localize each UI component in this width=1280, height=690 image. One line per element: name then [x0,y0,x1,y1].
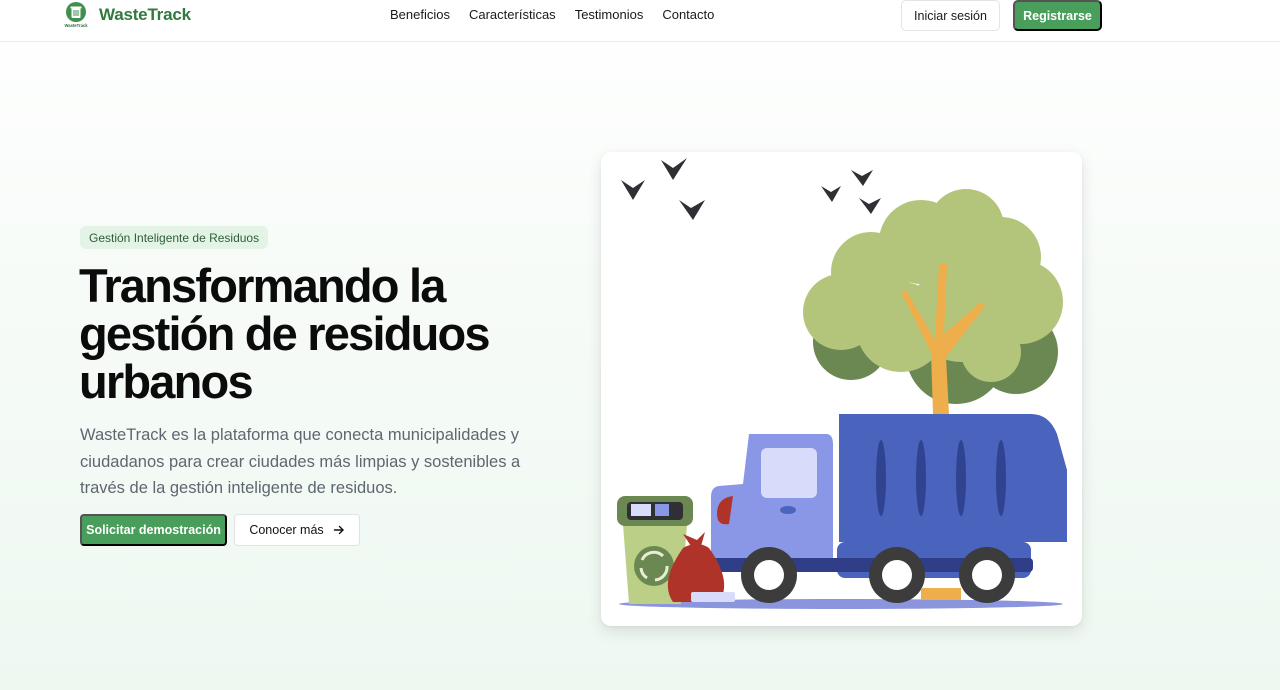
hero-badge: Gestión Inteligente de Residuos [80,226,269,249]
tree-icon [803,189,1063,414]
learn-more-button[interactable]: Conocer más [234,514,360,546]
hero-title-line-1: Transformando la [79,259,446,312]
birds-icon [621,158,881,220]
main-nav: Beneficios Características Testimonios C… [390,7,714,22]
learn-more-label: Conocer más [249,523,324,537]
top-navbar: WasteTrack WasteTrack Beneficios Caracte… [0,0,1280,42]
request-demo-button[interactable]: Solicitar demostración [80,514,227,546]
nav-link-testimonios[interactable]: Testimonios [575,7,644,22]
arrow-right-icon [333,525,344,535]
nav-link-caracteristicas[interactable]: Características [469,7,556,22]
hero-illustration-card [601,152,1082,626]
hero-title-line-3: urbanos [79,355,254,408]
register-button[interactable]: Registrarse [1013,0,1102,31]
hero-title: Transformando la gestión de residuos urb… [79,262,559,406]
garbage-truck-illustration [617,158,1067,609]
truck-icon [709,414,1067,603]
login-button[interactable]: Iniciar sesión [901,0,1000,31]
logo-wordmark: WasteTrack [64,23,88,28]
brand-name[interactable]: WasteTrack [99,5,191,25]
hero-title-line-2: gestión de residuos [79,307,491,360]
wastetrack-logo-icon[interactable]: WasteTrack [62,1,90,29]
nav-link-contacto[interactable]: Contacto [662,7,714,22]
nav-link-beneficios[interactable]: Beneficios [390,7,450,22]
hero-description: WasteTrack es la plataforma que conecta … [80,426,521,497]
